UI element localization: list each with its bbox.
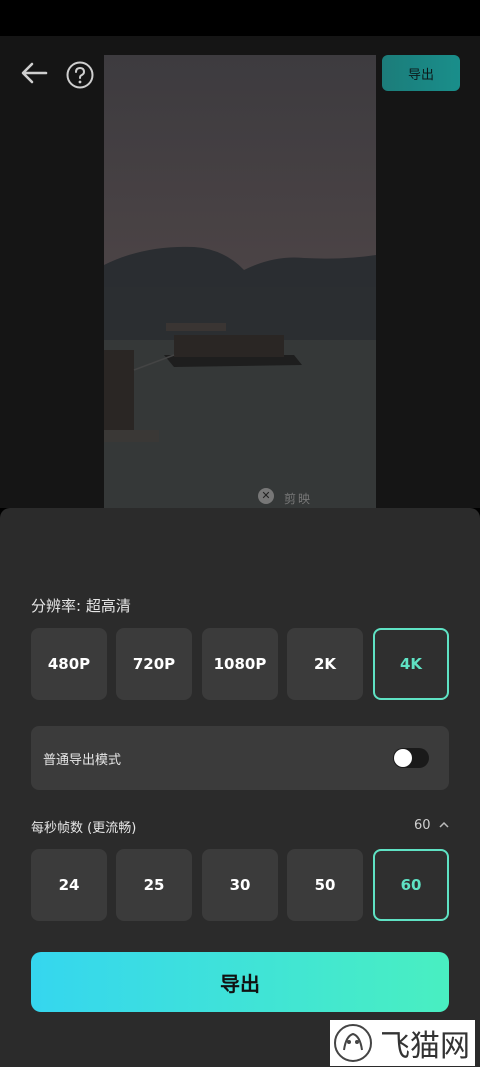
site-watermark-text: 飞猫网: [380, 1029, 470, 1064]
fps-current-value[interactable]: 60: [414, 818, 431, 833]
fps-option-60[interactable]: 60: [373, 849, 449, 921]
fps-option-25[interactable]: 25: [116, 849, 192, 921]
export-mode-row: 普通导出模式: [31, 726, 449, 790]
export-button[interactable]: 导出: [31, 952, 449, 1012]
fps-option-24[interactable]: 24: [31, 849, 107, 921]
resolution-label: 分辨率: 超高清: [31, 597, 131, 615]
video-watermark: 剪映: [284, 492, 313, 506]
export-top-button[interactable]: 导出: [382, 55, 460, 91]
help-icon[interactable]: [66, 61, 94, 89]
resolution-option-1080p[interactable]: 1080P: [202, 628, 278, 700]
cat-logo-icon: [334, 1024, 372, 1062]
video-preview: [104, 55, 376, 508]
resolution-option-4k[interactable]: 4K: [373, 628, 449, 700]
resolution-option-480p[interactable]: 480P: [31, 628, 107, 700]
fps-option-30[interactable]: 30: [202, 849, 278, 921]
resolution-option-2k[interactable]: 2K: [287, 628, 363, 700]
toggle-knob: [394, 749, 412, 767]
fps-option-50[interactable]: 50: [287, 849, 363, 921]
status-bar: [0, 0, 480, 36]
export-mode-label: 普通导出模式: [43, 753, 122, 768]
back-arrow-icon[interactable]: [20, 61, 48, 85]
resolution-option-720p[interactable]: 720P: [116, 628, 192, 700]
chevron-up-icon[interactable]: [439, 820, 449, 830]
site-watermark: 飞猫网: [330, 1020, 475, 1066]
export-mode-toggle[interactable]: [393, 748, 429, 768]
close-watermark-icon[interactable]: ✕: [258, 488, 274, 504]
fps-label: 每秒帧数 (更流畅): [31, 821, 137, 836]
